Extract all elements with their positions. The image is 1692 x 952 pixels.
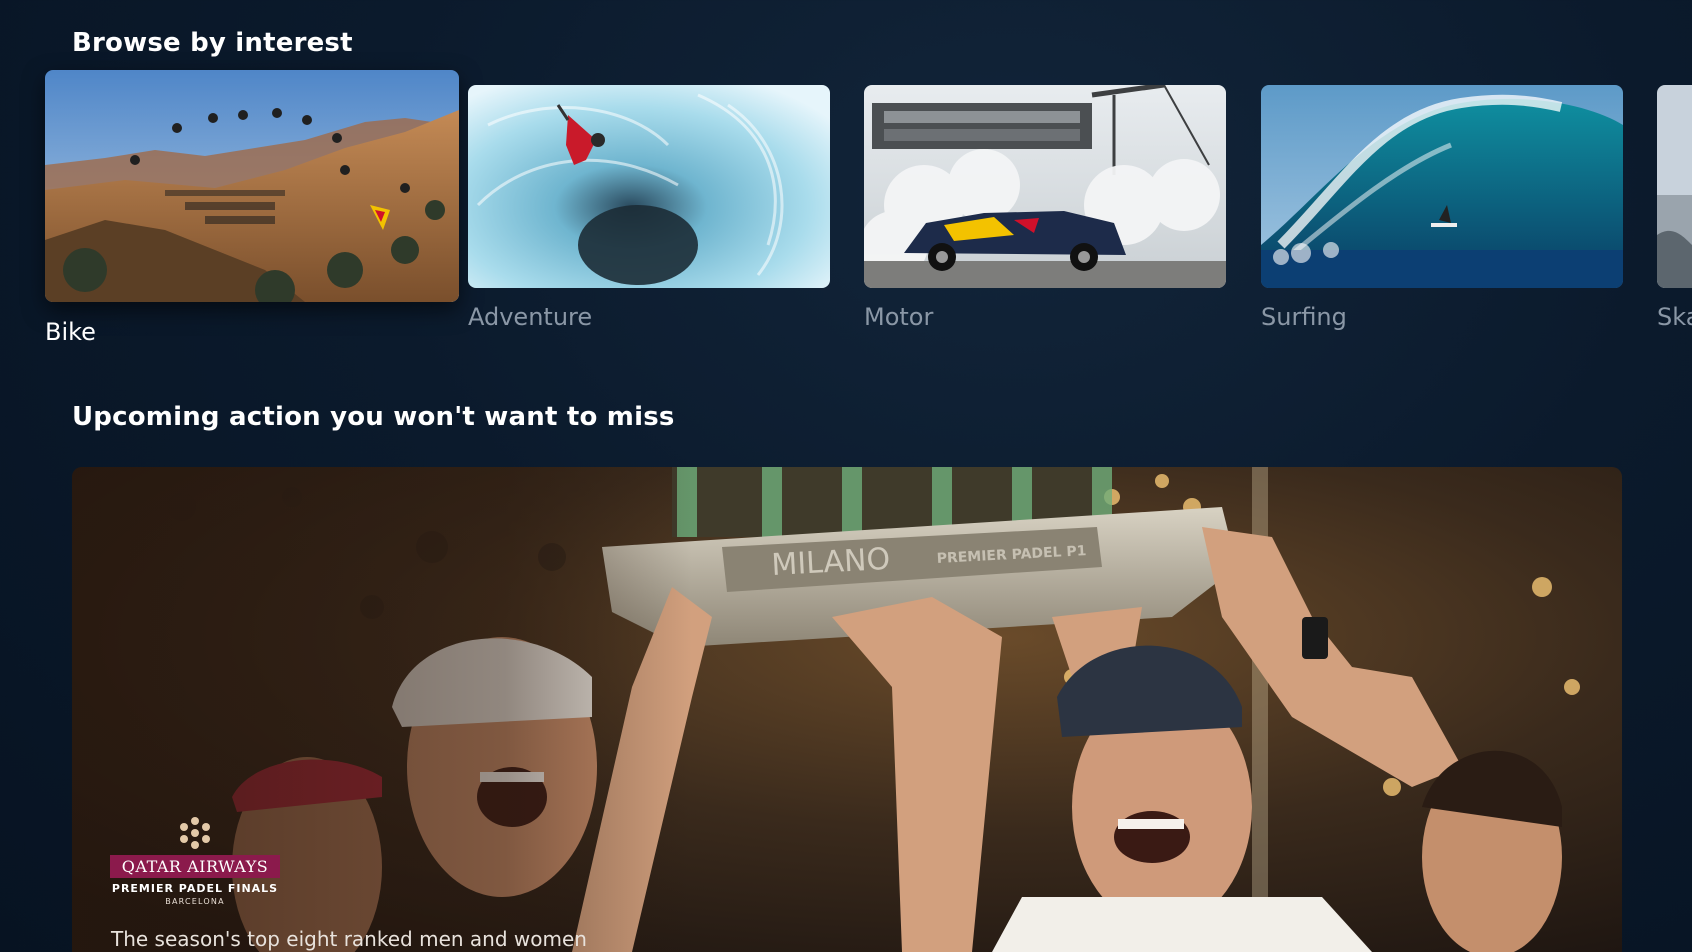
bike-thumbnail <box>45 70 459 302</box>
interest-rail: Bike Adventure Motor Surfing Sk <box>0 0 1692 360</box>
tile-label-surfing: Surfing <box>1261 303 1347 331</box>
hero-description: The season's top eight ranked men and wo… <box>111 927 587 951</box>
upcoming-action-heading: Upcoming action you won't want to miss <box>72 402 675 432</box>
ska-thumbnail <box>1657 85 1692 288</box>
tile-label-motor: Motor <box>864 303 934 331</box>
motor-thumbnail <box>864 85 1226 288</box>
qatar-airways-oryx-star-icon <box>180 817 210 849</box>
adventure-thumbnail <box>468 85 830 288</box>
tile-label-adventure: Adventure <box>468 303 593 331</box>
event-name: PREMIER PADEL FINALS <box>111 882 279 895</box>
trophy-engraving: MILANO <box>771 542 891 583</box>
event-city: BARCELONA <box>165 897 225 906</box>
event-logo: QATAR AIRWAYS PREMIER PADEL FINALS BARCE… <box>110 815 280 906</box>
tile-label-bike: Bike <box>45 318 96 346</box>
surfing-thumbnail <box>1261 85 1623 288</box>
upcoming-hero-card[interactable]: MILANO PREMIER PADEL P1 QATAR AIRWAYS PR… <box>72 467 1622 952</box>
sponsor-name: QATAR AIRWAYS <box>110 855 280 878</box>
tile-label-ska: Ska <box>1657 303 1692 331</box>
